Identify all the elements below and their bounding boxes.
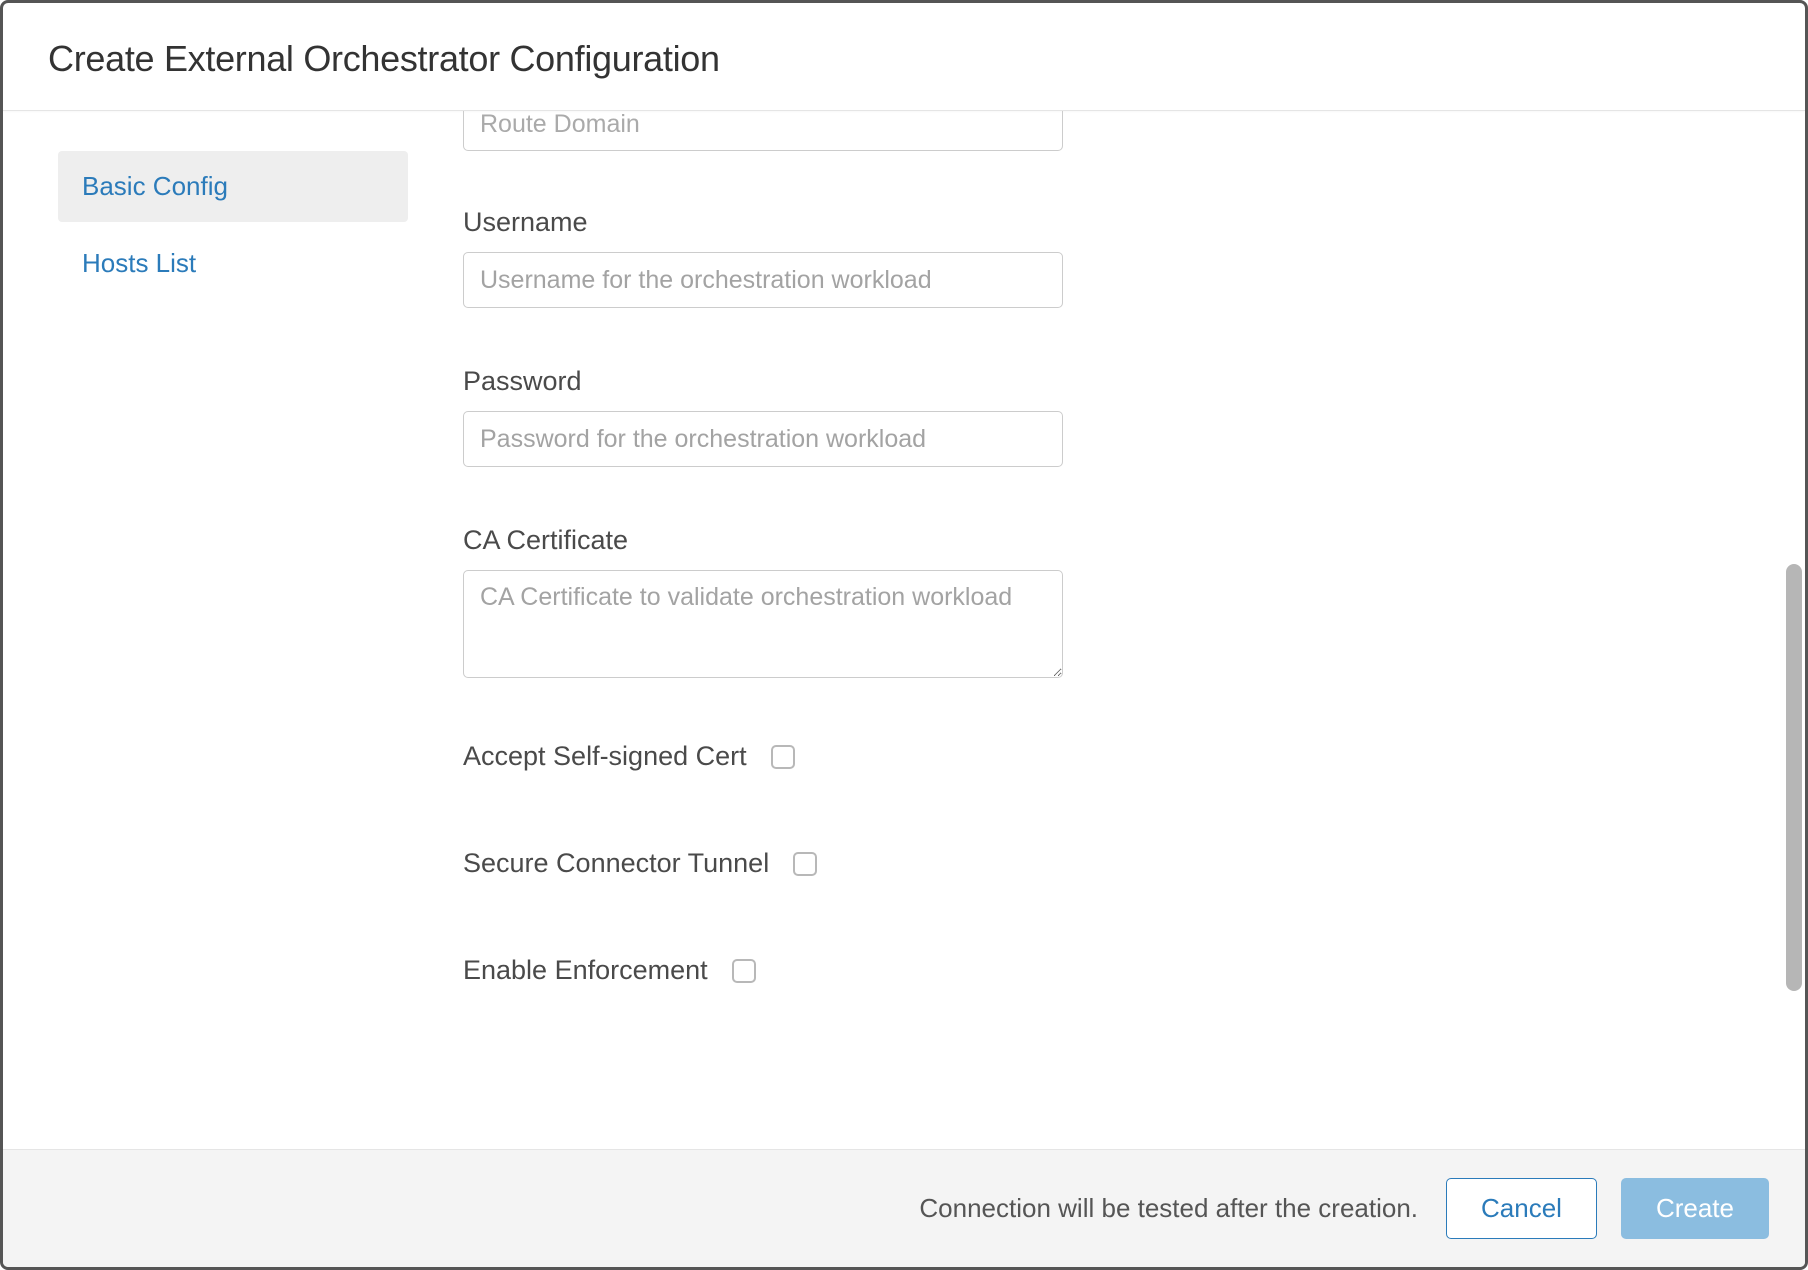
ca-certificate-group: CA Certificate (463, 525, 1765, 683)
scrollbar-thumb[interactable] (1786, 564, 1802, 991)
modal-dialog: Create External Orchestrator Configurati… (0, 0, 1808, 1270)
modal-title: Create External Orchestrator Configurati… (48, 38, 1760, 80)
username-label: Username (463, 207, 1765, 238)
ca-certificate-textarea[interactable] (463, 570, 1063, 678)
modal-footer: Connection will be tested after the crea… (3, 1149, 1805, 1267)
password-label: Password (463, 366, 1765, 397)
secure-connector-tunnel-label: Secure Connector Tunnel (463, 848, 769, 879)
sidebar-item-hosts-list[interactable]: Hosts List (58, 228, 408, 299)
route-domain-field-partial: Route Domain (463, 111, 1765, 151)
form: Route Domain Username Password CA Certif… (463, 111, 1765, 1102)
create-button[interactable]: Create (1621, 1178, 1769, 1239)
modal-body: Basic Config Hosts List Route Domain Use… (3, 111, 1805, 1149)
enable-enforcement-checkbox[interactable] (732, 959, 756, 983)
scrollbar-track (1786, 236, 1802, 999)
route-domain-input[interactable]: Route Domain (463, 111, 1063, 151)
sidebar-item-label: Hosts List (82, 248, 196, 278)
enable-enforcement-label: Enable Enforcement (463, 955, 708, 986)
form-scroll-container[interactable]: Route Domain Username Password CA Certif… (463, 111, 1805, 1149)
modal-header: Create External Orchestrator Configurati… (3, 3, 1805, 111)
secure-connector-tunnel-checkbox[interactable] (793, 852, 817, 876)
sidebar-nav: Basic Config Hosts List (3, 111, 463, 1149)
username-group: Username (463, 207, 1765, 308)
username-input[interactable] (463, 252, 1063, 308)
secure-connector-tunnel-row: Secure Connector Tunnel (463, 848, 1765, 879)
accept-self-signed-checkbox[interactable] (771, 745, 795, 769)
sidebar-item-label: Basic Config (82, 171, 228, 201)
password-group: Password (463, 366, 1765, 467)
accept-self-signed-row: Accept Self-signed Cert (463, 741, 1765, 772)
password-input[interactable] (463, 411, 1063, 467)
ca-certificate-label: CA Certificate (463, 525, 1765, 556)
accept-self-signed-label: Accept Self-signed Cert (463, 741, 747, 772)
cancel-button[interactable]: Cancel (1446, 1178, 1597, 1239)
enable-enforcement-row: Enable Enforcement (463, 955, 1765, 986)
footer-hint-text: Connection will be tested after the crea… (919, 1193, 1418, 1224)
sidebar-item-basic-config[interactable]: Basic Config (58, 151, 408, 222)
